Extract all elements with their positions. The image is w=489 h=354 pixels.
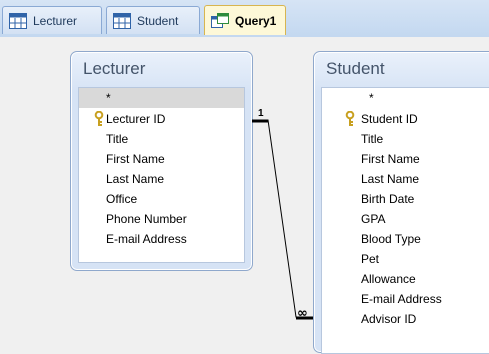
relationship-join-line[interactable]: 1 ∞ (0, 37, 489, 349)
many-side-label: ∞ (297, 306, 308, 321)
document-tab-bar: Lecturer Student Query1 (0, 0, 489, 38)
tab-student[interactable]: Student (106, 6, 200, 34)
tab-query1[interactable]: Query1 (204, 5, 286, 35)
table-icon (9, 12, 27, 29)
tab-lecturer[interactable]: Lecturer (2, 6, 102, 34)
tab-label: Student (137, 13, 179, 28)
query-design-canvas[interactable]: Lecturer * Lecturer ID Title First Name … (0, 37, 489, 354)
table-icon (113, 12, 131, 29)
tab-label: Lecturer (33, 13, 78, 28)
one-side-label: 1 (258, 108, 264, 119)
query-icon (211, 12, 229, 29)
tab-label: Query1 (235, 13, 277, 28)
